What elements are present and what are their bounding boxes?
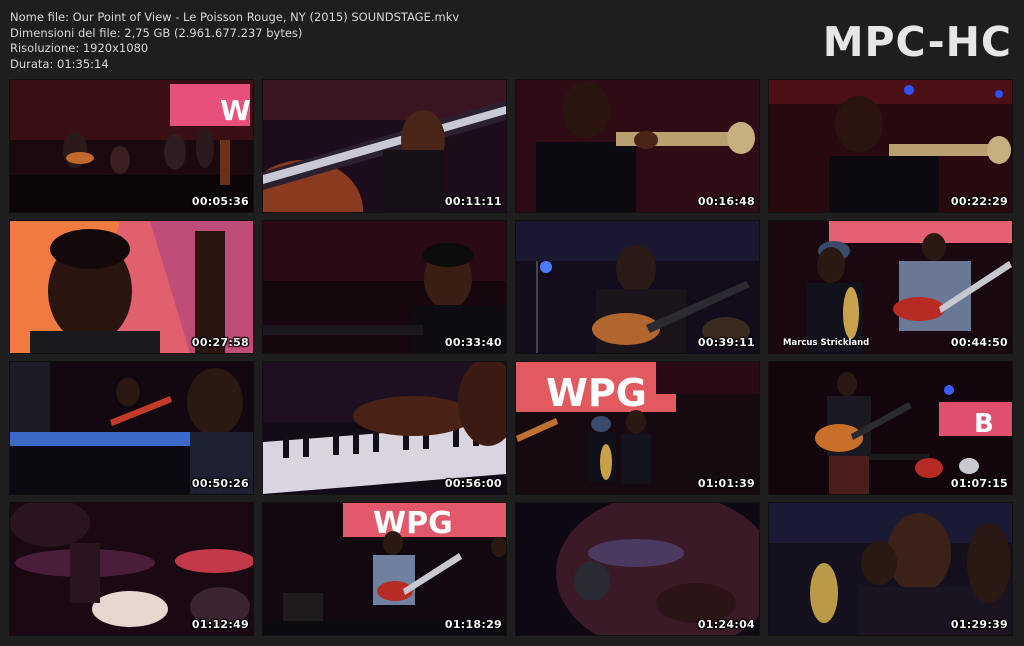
- timestamp-8: 00:44:50: [950, 336, 1008, 349]
- thumbnail-16: 01:29:39: [769, 503, 1012, 635]
- file-info-panel: Nome file: Our Point of View - Le Poisso…: [10, 10, 459, 72]
- thumbnail-1: WB 00:05:36: [10, 80, 253, 212]
- resolution-line: Risoluzione: 1920x1080: [10, 41, 149, 56]
- thumbnail-8: Marcus Strickland 00:44:50: [769, 221, 1012, 353]
- timestamp-3: 00:16:48: [697, 195, 755, 208]
- thumbnail-8-scene: [769, 221, 1012, 353]
- thumbnail-1-scene: WB: [10, 80, 253, 212]
- thumbnail-2-scene: [263, 80, 506, 212]
- thumbnail-10: 00:56:00: [263, 362, 506, 494]
- thumbnail-10-scene: [263, 362, 506, 494]
- file-name-line: Nome file: Our Point of View - Le Poisso…: [10, 10, 460, 24]
- svg-text:B: B: [974, 409, 994, 439]
- timestamp-16: 01:29:39: [950, 618, 1008, 631]
- timestamp-9: 00:50:26: [191, 477, 249, 490]
- thumbnail-3-scene: [516, 80, 759, 212]
- timestamp-14: 01:18:29: [444, 618, 502, 631]
- svg-text:WB: WB: [220, 94, 253, 127]
- timestamp-7: 00:39:11: [697, 336, 755, 349]
- thumbnail-5: 00:27:58: [10, 221, 253, 353]
- mpc-hc-logo: MPC-HC: [822, 18, 1012, 66]
- thumbnail-16-scene: [769, 503, 1012, 635]
- timestamp-1: 00:05:36: [191, 195, 249, 208]
- timestamp-12: 01:07:15: [950, 477, 1008, 490]
- thumbnail-11: WPG 01:01:39: [516, 362, 759, 494]
- thumbnail-9-scene: [10, 362, 253, 494]
- thumbnail-6-scene: [263, 221, 506, 353]
- thumbnail-2: 00:11:11: [263, 80, 506, 212]
- thumbnail-15-scene: [516, 503, 759, 635]
- thumbnail-14: WPG 01:18:29: [263, 503, 506, 635]
- thumbnail-12-scene: B: [769, 362, 1012, 494]
- timestamp-5: 00:27:58: [191, 336, 249, 349]
- thumbnail-5-scene: [10, 221, 253, 353]
- thumbnail-4-scene: [769, 80, 1012, 212]
- timestamp-6: 00:33:40: [444, 336, 502, 349]
- thumbnail-grid: WB 00:05:36 00:11:11: [10, 80, 1014, 635]
- duration-line: Durata: 01:35:14: [10, 56, 109, 71]
- timestamp-10: 00:56:00: [444, 477, 502, 490]
- thumbnail-14-scene: WPG: [263, 503, 506, 635]
- thumbnail-7-scene: [516, 221, 759, 353]
- thumbnail-15: 01:24:04: [516, 503, 759, 635]
- performer-caption: Marcus Strickland: [783, 338, 870, 348]
- thumbnail-13: 01:12:49: [10, 503, 253, 635]
- timestamp-2: 00:11:11: [444, 195, 502, 208]
- svg-text:WPG: WPG: [373, 506, 453, 541]
- timestamp-13: 01:12:49: [191, 618, 249, 631]
- thumbnail-3: 00:16:48: [516, 80, 759, 212]
- thumbnail-6: 00:33:40: [263, 221, 506, 353]
- timestamp-4: 00:22:29: [950, 195, 1008, 208]
- thumbnail-12: B 01:07:15: [769, 362, 1012, 494]
- thumbnail-13-scene: [10, 503, 253, 635]
- file-size-line: Dimensioni del file: 2,75 GB (2.961.677.…: [10, 25, 303, 40]
- svg-text:WPG: WPG: [546, 371, 647, 415]
- thumbnail-9: 00:50:26: [10, 362, 253, 494]
- thumbnail-4: 00:22:29: [769, 80, 1012, 212]
- timestamp-15: 01:24:04: [697, 618, 755, 631]
- timestamp-11: 01:01:39: [697, 477, 755, 490]
- thumbnail-11-scene: WPG: [516, 362, 759, 494]
- thumbnail-7: 00:39:11: [516, 221, 759, 353]
